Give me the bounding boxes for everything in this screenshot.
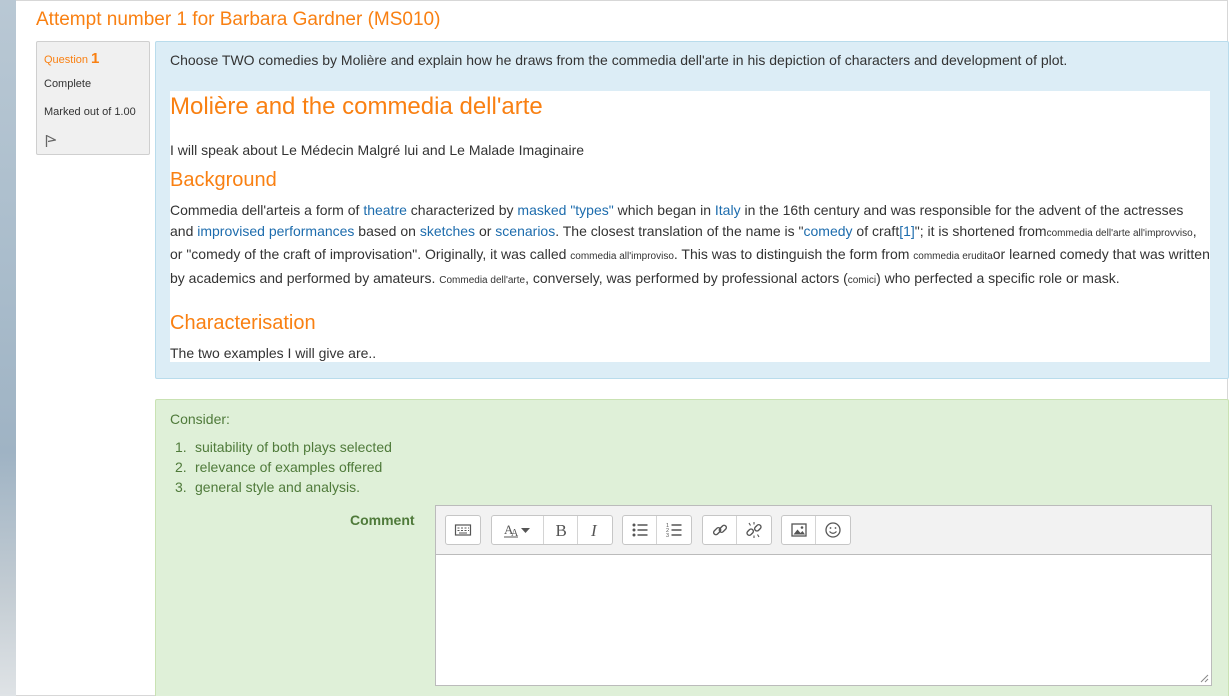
link-theatre[interactable]: theatre bbox=[363, 202, 407, 218]
flag-icon[interactable] bbox=[45, 134, 57, 148]
link-scenarios[interactable]: scenarios bbox=[495, 223, 555, 239]
svg-text:I: I bbox=[590, 521, 598, 539]
link-reference-1[interactable]: [1] bbox=[899, 223, 915, 239]
list-item: 1. suitability of both plays selected bbox=[175, 439, 392, 455]
characterisation-heading: Characterisation bbox=[170, 312, 316, 334]
review-page: Attempt number 1 for Barbara Gardner (MS… bbox=[16, 0, 1229, 696]
toolbar-group-1 bbox=[445, 515, 481, 545]
link-italy[interactable]: Italy bbox=[715, 202, 741, 218]
toolbar-group-5 bbox=[781, 515, 851, 545]
bold-icon[interactable]: B bbox=[544, 516, 578, 544]
unordered-list-icon[interactable] bbox=[623, 516, 657, 544]
toolbar-group-3: 123 bbox=[622, 515, 692, 545]
answer-intro: I will speak about Le Médecin Malgré lui… bbox=[170, 142, 585, 158]
link-comedy[interactable]: comedy bbox=[804, 223, 853, 239]
background-heading: Background bbox=[170, 169, 277, 191]
list-item: 3. general style and analysis. bbox=[175, 479, 360, 495]
svg-text:B: B bbox=[555, 521, 566, 539]
comment-textarea[interactable] bbox=[436, 555, 1211, 685]
resize-handle-icon[interactable] bbox=[1200, 674, 1209, 683]
font-size-icon[interactable]: AA bbox=[492, 516, 544, 544]
question-number: Question 1 bbox=[44, 50, 99, 67]
question-text: Choose TWO comedies by Molière and expla… bbox=[170, 52, 1068, 68]
characterisation-text: The two examples I will give are.. bbox=[170, 345, 377, 361]
link-masked-types[interactable]: masked "types" bbox=[517, 202, 613, 218]
link-icon[interactable] bbox=[703, 516, 737, 544]
toolbar-toggle-icon[interactable] bbox=[446, 516, 480, 544]
consider-label: Consider: bbox=[170, 411, 230, 427]
background-paragraph: Commedia dell'arteis a form of theatre c… bbox=[170, 202, 1210, 287]
comment-label: Comment bbox=[350, 512, 415, 528]
unlink-icon[interactable] bbox=[737, 516, 771, 544]
page-title: Attempt number 1 for Barbara Gardner (MS… bbox=[36, 9, 441, 30]
toolbar-group-4 bbox=[702, 515, 772, 545]
toolbar-group-2: AA B I bbox=[491, 515, 613, 545]
italic-icon[interactable]: I bbox=[578, 516, 612, 544]
question-number-value: 1 bbox=[91, 50, 100, 67]
ordered-list-icon[interactable]: 123 bbox=[657, 516, 691, 544]
link-improvised-performances[interactable]: improvised performances bbox=[197, 223, 354, 239]
list-item: 2. relevance of examples offered bbox=[175, 459, 383, 475]
svg-text:3: 3 bbox=[666, 533, 669, 539]
window-edge bbox=[0, 0, 16, 696]
question-state: Complete bbox=[44, 78, 92, 90]
consider-list: 1. suitability of both plays selected 2. r… bbox=[170, 437, 392, 497]
emoticon-icon[interactable] bbox=[816, 516, 850, 544]
question-label: Question bbox=[44, 54, 89, 66]
comment-editor: AA B I 123 bbox=[435, 505, 1212, 686]
image-icon[interactable] bbox=[782, 516, 816, 544]
comment-section: Consider: 1. suitability of both plays se… bbox=[155, 399, 1229, 696]
answer-response: Molière and the commedia dell'arte I wil… bbox=[170, 91, 1210, 362]
question-formulation: Choose TWO comedies by Molière and expla… bbox=[155, 41, 1229, 379]
answer-heading: Molière and the commedia dell'arte bbox=[170, 93, 543, 120]
link-sketches[interactable]: sketches bbox=[420, 223, 475, 239]
question-info-panel: Question 1 Complete Marked out of 1.00 bbox=[36, 41, 150, 155]
editor-toolbar: AA B I 123 bbox=[436, 506, 1211, 555]
question-grade: Marked out of 1.00 bbox=[44, 106, 136, 118]
